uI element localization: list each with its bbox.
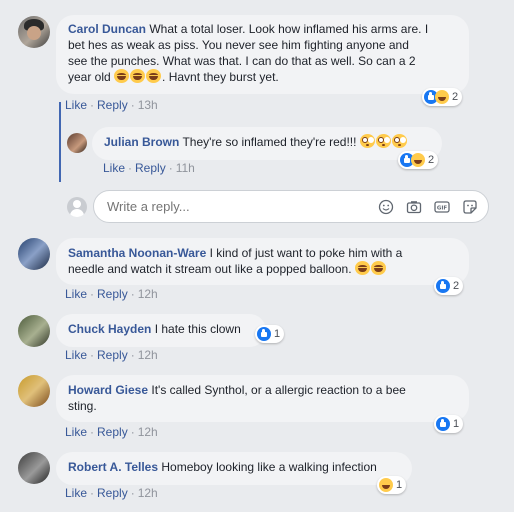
comment-actions: Like · Reply · 12h bbox=[65, 425, 158, 439]
comment-bubble: Julian Brown They're so inflamed they're… bbox=[92, 127, 442, 160]
comment-text: I hate this clown bbox=[154, 322, 241, 336]
comment-text: see the punches. What was that. I can do… bbox=[68, 54, 416, 68]
comment-bubble: Chuck Hayden I hate this clown bbox=[56, 314, 266, 347]
smiley-icon[interactable] bbox=[378, 199, 394, 215]
reply-link[interactable]: Reply bbox=[97, 348, 128, 362]
flushed-emoji-icon bbox=[359, 134, 375, 148]
avatar[interactable] bbox=[18, 452, 50, 484]
camera-icon[interactable] bbox=[406, 199, 422, 215]
comment-text: They're so inflamed they're red!!! bbox=[182, 135, 357, 149]
comment-actions: Like · Reply · 12h bbox=[65, 348, 158, 362]
like-link[interactable]: Like bbox=[65, 287, 87, 301]
comment-actions: Like · Reply · 12h bbox=[65, 486, 158, 500]
haha-reaction-icon bbox=[435, 90, 449, 104]
like-link[interactable]: Like bbox=[65, 348, 87, 362]
comment-author[interactable]: Howard Giese bbox=[68, 383, 148, 397]
reaction-summary[interactable]: 1 bbox=[434, 415, 464, 433]
laughing-emoji-icon bbox=[354, 261, 370, 275]
comment-author[interactable]: Robert A. Telles bbox=[68, 460, 158, 474]
reaction-summary[interactable]: 1 bbox=[377, 476, 407, 494]
avatar-face bbox=[26, 25, 42, 40]
reply-link[interactable]: Reply bbox=[97, 287, 128, 301]
like-link[interactable]: Like bbox=[65, 486, 87, 500]
comment-author[interactable]: Chuck Hayden bbox=[68, 322, 151, 336]
comment-actions: Like · Reply · 12h bbox=[65, 287, 158, 301]
comment-timestamp[interactable]: 13h bbox=[138, 98, 158, 112]
avatar[interactable] bbox=[18, 16, 50, 48]
like-reaction-icon bbox=[436, 417, 450, 431]
comment-timestamp[interactable]: 12h bbox=[138, 425, 158, 439]
avatar[interactable] bbox=[67, 133, 87, 153]
comment-actions: Like · Reply · 13h bbox=[65, 98, 158, 112]
comment-bubble: Carol Duncan What a total loser. Look ho… bbox=[56, 15, 469, 94]
comment-bubble: Robert A. Telles Homeboy looking like a … bbox=[56, 452, 412, 485]
avatar[interactable] bbox=[18, 238, 50, 270]
like-reaction-icon bbox=[436, 279, 450, 293]
haha-reaction-icon bbox=[379, 478, 393, 492]
reply-link[interactable]: Reply bbox=[97, 425, 128, 439]
comment-text: What a total loser. Look how inflamed hi… bbox=[149, 22, 429, 36]
laughing-emoji-icon bbox=[370, 261, 386, 275]
current-user-avatar bbox=[67, 197, 87, 217]
reply-link[interactable]: Reply bbox=[97, 486, 128, 500]
comment-text: . Havnt they burst yet. bbox=[162, 70, 279, 84]
reaction-count: 1 bbox=[453, 418, 460, 430]
avatar[interactable] bbox=[18, 315, 50, 347]
comment-text: It's called Synthol, or a allergic react… bbox=[151, 383, 406, 397]
reaction-summary[interactable]: 1 bbox=[255, 325, 285, 343]
comment-author[interactable]: Carol Duncan bbox=[68, 22, 146, 36]
comment-text: needle and watch it stream out like a po… bbox=[68, 262, 352, 276]
comment-timestamp[interactable]: 12h bbox=[138, 287, 158, 301]
comment-text: Homeboy looking like a walking infection bbox=[161, 460, 377, 474]
comment-author[interactable]: Samantha Noonan-Ware bbox=[68, 246, 206, 260]
like-link[interactable]: Like bbox=[65, 425, 87, 439]
reaction-count: 2 bbox=[452, 91, 459, 103]
flushed-emoji-icon bbox=[391, 134, 407, 148]
comment-text: bet hes as weak as piss. You never see h… bbox=[68, 38, 409, 52]
gif-icon[interactable]: GIF bbox=[434, 199, 450, 215]
comment-timestamp[interactable]: 11h bbox=[176, 161, 195, 175]
reply-thread-line bbox=[59, 102, 61, 182]
reaction-count: 2 bbox=[453, 280, 460, 292]
comment-timestamp[interactable]: 12h bbox=[138, 348, 158, 362]
comment-text: I kind of just want to poke him with a bbox=[209, 246, 403, 260]
reaction-summary[interactable]: 2 bbox=[422, 88, 463, 106]
comment-text: sting. bbox=[68, 399, 97, 413]
svg-text:GIF: GIF bbox=[437, 206, 448, 212]
sticker-icon[interactable] bbox=[462, 199, 478, 215]
like-link[interactable]: Like bbox=[65, 98, 87, 112]
reply-link[interactable]: Reply bbox=[135, 161, 166, 175]
comment-actions: Like · Reply · 11h bbox=[103, 161, 195, 175]
comment-text: year old bbox=[68, 70, 111, 84]
reply-composer[interactable]: GIF bbox=[93, 190, 489, 223]
like-reaction-icon bbox=[257, 327, 271, 341]
comment-bubble: Howard Giese It's called Synthol, or a a… bbox=[56, 375, 469, 422]
laughing-emoji-icon bbox=[130, 69, 146, 83]
laughing-emoji-icon bbox=[146, 69, 162, 83]
comment-timestamp[interactable]: 12h bbox=[138, 486, 158, 500]
reaction-count: 1 bbox=[274, 328, 281, 340]
reaction-count: 2 bbox=[428, 154, 435, 166]
avatar[interactable] bbox=[18, 375, 50, 407]
flushed-emoji-icon bbox=[375, 134, 391, 148]
haha-reaction-icon bbox=[411, 153, 425, 167]
comment-bubble: Samantha Noonan-Ware I kind of just want… bbox=[56, 238, 469, 285]
laughing-emoji-icon bbox=[114, 69, 130, 83]
comment-author[interactable]: Julian Brown bbox=[104, 135, 179, 149]
reply-link[interactable]: Reply bbox=[97, 98, 128, 112]
reaction-summary[interactable]: 2 bbox=[398, 151, 439, 169]
reaction-count: 1 bbox=[396, 479, 403, 491]
like-link[interactable]: Like bbox=[103, 161, 125, 175]
reply-input[interactable] bbox=[105, 198, 369, 215]
reaction-summary[interactable]: 2 bbox=[434, 277, 464, 295]
